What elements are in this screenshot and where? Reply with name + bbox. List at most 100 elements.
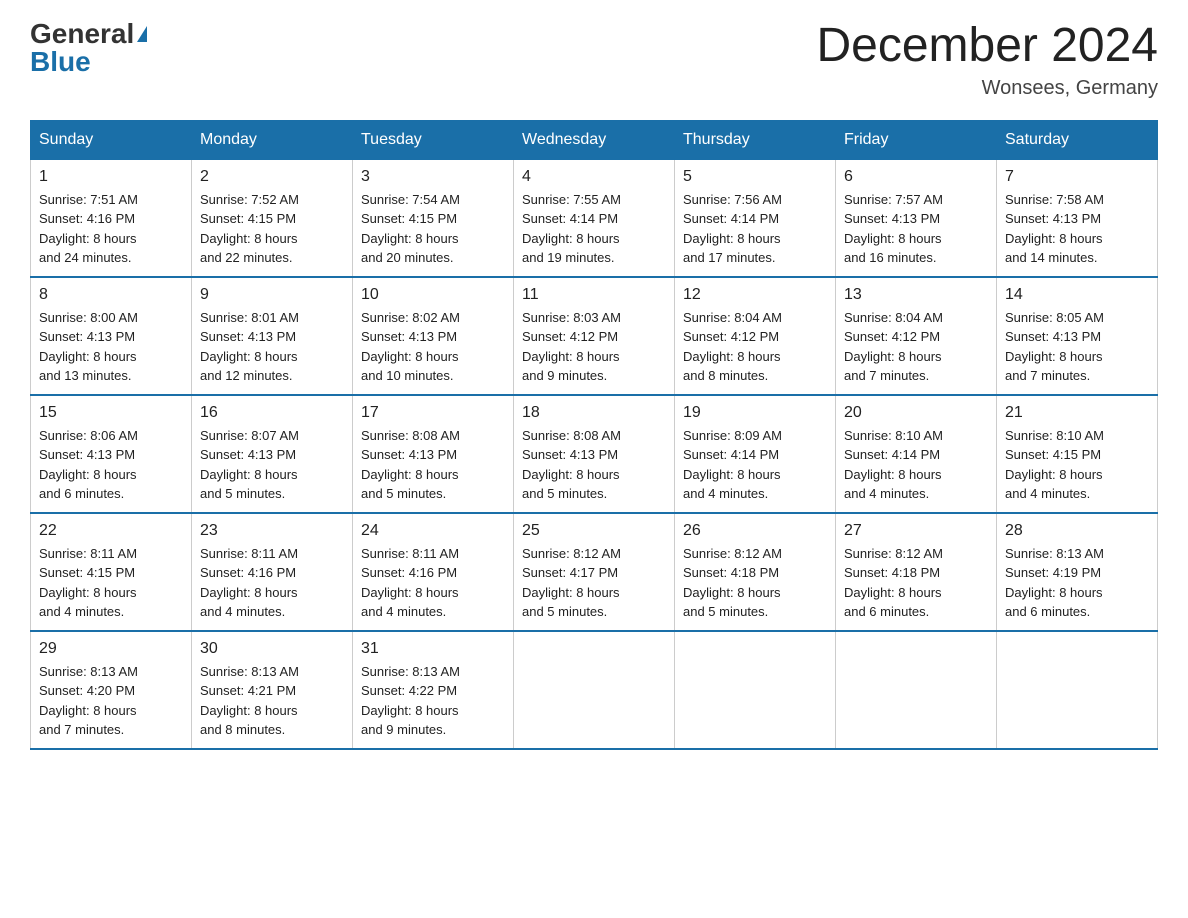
day-number: 22	[39, 522, 183, 540]
day-number: 11	[522, 286, 666, 304]
table-cell	[675, 631, 836, 749]
day-info: Sunrise: 7:55 AMSunset: 4:14 PMDaylight:…	[522, 190, 666, 268]
table-cell: 24 Sunrise: 8:11 AMSunset: 4:16 PMDayligh…	[353, 513, 514, 631]
day-info: Sunrise: 7:58 AMSunset: 4:13 PMDaylight:…	[1005, 190, 1149, 268]
day-info: Sunrise: 7:57 AMSunset: 4:13 PMDaylight:…	[844, 190, 988, 268]
day-number: 21	[1005, 404, 1149, 422]
day-number: 13	[844, 286, 988, 304]
day-info: Sunrise: 8:01 AMSunset: 4:13 PMDaylight:…	[200, 308, 344, 386]
day-info: Sunrise: 8:10 AMSunset: 4:14 PMDaylight:…	[844, 426, 988, 504]
table-cell: 20 Sunrise: 8:10 AMSunset: 4:14 PMDayligh…	[836, 395, 997, 513]
table-cell: 7 Sunrise: 7:58 AMSunset: 4:13 PMDaylight…	[997, 159, 1158, 277]
day-info: Sunrise: 8:12 AMSunset: 4:18 PMDaylight:…	[683, 544, 827, 622]
table-cell: 14 Sunrise: 8:05 AMSunset: 4:13 PMDayligh…	[997, 277, 1158, 395]
day-number: 1	[39, 168, 183, 186]
day-number: 15	[39, 404, 183, 422]
day-info: Sunrise: 8:10 AMSunset: 4:15 PMDaylight:…	[1005, 426, 1149, 504]
day-info: Sunrise: 7:56 AMSunset: 4:14 PMDaylight:…	[683, 190, 827, 268]
day-info: Sunrise: 8:12 AMSunset: 4:17 PMDaylight:…	[522, 544, 666, 622]
day-number: 25	[522, 522, 666, 540]
week-row-1: 1 Sunrise: 7:51 AMSunset: 4:16 PMDaylight…	[31, 159, 1158, 277]
table-cell: 23 Sunrise: 8:11 AMSunset: 4:16 PMDayligh…	[192, 513, 353, 631]
day-info: Sunrise: 8:00 AMSunset: 4:13 PMDaylight:…	[39, 308, 183, 386]
table-cell: 29 Sunrise: 8:13 AMSunset: 4:20 PMDayligh…	[31, 631, 192, 749]
table-cell: 30Sunrise: 8:13 AMSunset: 4:21 PMDayligh…	[192, 631, 353, 749]
calendar-table: SundayMondayTuesdayWednesdayThursdayFrid…	[30, 120, 1158, 750]
header-saturday: Saturday	[997, 120, 1158, 159]
table-cell: 21 Sunrise: 8:10 AMSunset: 4:15 PMDayligh…	[997, 395, 1158, 513]
header-wednesday: Wednesday	[514, 120, 675, 159]
table-cell: 16 Sunrise: 8:07 AMSunset: 4:13 PMDayligh…	[192, 395, 353, 513]
month-year-title: December 2024	[816, 20, 1158, 73]
day-info: Sunrise: 8:02 AMSunset: 4:13 PMDaylight:…	[361, 308, 505, 386]
table-cell: 13 Sunrise: 8:04 AMSunset: 4:12 PMDayligh…	[836, 277, 997, 395]
header-monday: Monday	[192, 120, 353, 159]
table-cell: 18 Sunrise: 8:08 AMSunset: 4:13 PMDayligh…	[514, 395, 675, 513]
week-row-3: 15Sunrise: 8:06 AMSunset: 4:13 PMDayligh…	[31, 395, 1158, 513]
table-cell: 17 Sunrise: 8:08 AMSunset: 4:13 PMDayligh…	[353, 395, 514, 513]
day-info: Sunrise: 8:13 AMSunset: 4:19 PMDaylight:…	[1005, 544, 1149, 622]
day-number: 30	[200, 640, 344, 658]
day-number: 26	[683, 522, 827, 540]
table-cell: 15Sunrise: 8:06 AMSunset: 4:13 PMDayligh…	[31, 395, 192, 513]
day-info: Sunrise: 8:12 AMSunset: 4:18 PMDaylight:…	[844, 544, 988, 622]
table-cell: 27 Sunrise: 8:12 AMSunset: 4:18 PMDayligh…	[836, 513, 997, 631]
table-cell: 6Sunrise: 7:57 AMSunset: 4:13 PMDaylight…	[836, 159, 997, 277]
table-cell: 10 Sunrise: 8:02 AMSunset: 4:13 PMDayligh…	[353, 277, 514, 395]
table-cell: 19Sunrise: 8:09 AMSunset: 4:14 PMDayligh…	[675, 395, 836, 513]
day-number: 16	[200, 404, 344, 422]
logo-triangle-icon	[137, 26, 147, 42]
day-number: 29	[39, 640, 183, 658]
day-info: Sunrise: 8:11 AMSunset: 4:16 PMDaylight:…	[200, 544, 344, 622]
day-number: 14	[1005, 286, 1149, 304]
day-number: 3	[361, 168, 505, 186]
logo-general-text: General	[30, 20, 134, 48]
day-info: Sunrise: 8:08 AMSunset: 4:13 PMDaylight:…	[361, 426, 505, 504]
day-number: 2	[200, 168, 344, 186]
table-cell	[514, 631, 675, 749]
day-info: Sunrise: 8:05 AMSunset: 4:13 PMDaylight:…	[1005, 308, 1149, 386]
table-cell: 9 Sunrise: 8:01 AMSunset: 4:13 PMDaylight…	[192, 277, 353, 395]
calendar-header-row: SundayMondayTuesdayWednesdayThursdayFrid…	[31, 120, 1158, 159]
day-info: Sunrise: 8:11 AMSunset: 4:16 PMDaylight:…	[361, 544, 505, 622]
day-number: 10	[361, 286, 505, 304]
table-cell: 3 Sunrise: 7:54 AMSunset: 4:15 PMDaylight…	[353, 159, 514, 277]
logo: General Blue	[30, 20, 147, 76]
day-info: Sunrise: 7:51 AMSunset: 4:16 PMDaylight:…	[39, 190, 183, 268]
table-cell: 22Sunrise: 8:11 AMSunset: 4:15 PMDayligh…	[31, 513, 192, 631]
day-number: 7	[1005, 168, 1149, 186]
page-header: General Blue December 2024 Wonsees, Germ…	[30, 20, 1158, 100]
day-number: 18	[522, 404, 666, 422]
location-text: Wonsees, Germany	[816, 77, 1158, 100]
week-row-5: 29 Sunrise: 8:13 AMSunset: 4:20 PMDayligh…	[31, 631, 1158, 749]
table-cell: 26 Sunrise: 8:12 AMSunset: 4:18 PMDayligh…	[675, 513, 836, 631]
table-cell: 31Sunrise: 8:13 AMSunset: 4:22 PMDayligh…	[353, 631, 514, 749]
week-row-4: 22Sunrise: 8:11 AMSunset: 4:15 PMDayligh…	[31, 513, 1158, 631]
day-number: 20	[844, 404, 988, 422]
table-cell: 2Sunrise: 7:52 AMSunset: 4:15 PMDaylight…	[192, 159, 353, 277]
day-number: 27	[844, 522, 988, 540]
day-number: 23	[200, 522, 344, 540]
table-cell: 4Sunrise: 7:55 AMSunset: 4:14 PMDaylight…	[514, 159, 675, 277]
day-info: Sunrise: 8:08 AMSunset: 4:13 PMDaylight:…	[522, 426, 666, 504]
table-cell: 11 Sunrise: 8:03 AMSunset: 4:12 PMDayligh…	[514, 277, 675, 395]
day-number: 17	[361, 404, 505, 422]
day-info: Sunrise: 7:54 AMSunset: 4:15 PMDaylight:…	[361, 190, 505, 268]
table-cell: 25 Sunrise: 8:12 AMSunset: 4:17 PMDayligh…	[514, 513, 675, 631]
week-row-2: 8Sunrise: 8:00 AMSunset: 4:13 PMDaylight…	[31, 277, 1158, 395]
day-number: 5	[683, 168, 827, 186]
day-number: 9	[200, 286, 344, 304]
table-cell: 1 Sunrise: 7:51 AMSunset: 4:16 PMDaylight…	[31, 159, 192, 277]
day-number: 12	[683, 286, 827, 304]
day-info: Sunrise: 8:03 AMSunset: 4:12 PMDaylight:…	[522, 308, 666, 386]
table-cell	[997, 631, 1158, 749]
day-info: Sunrise: 8:13 AMSunset: 4:20 PMDaylight:…	[39, 662, 183, 740]
header-sunday: Sunday	[31, 120, 192, 159]
day-info: Sunrise: 8:04 AMSunset: 4:12 PMDaylight:…	[683, 308, 827, 386]
day-info: Sunrise: 8:04 AMSunset: 4:12 PMDaylight:…	[844, 308, 988, 386]
day-number: 24	[361, 522, 505, 540]
logo-blue-text: Blue	[30, 48, 91, 76]
table-cell: 12 Sunrise: 8:04 AMSunset: 4:12 PMDayligh…	[675, 277, 836, 395]
day-info: Sunrise: 8:07 AMSunset: 4:13 PMDaylight:…	[200, 426, 344, 504]
header-friday: Friday	[836, 120, 997, 159]
